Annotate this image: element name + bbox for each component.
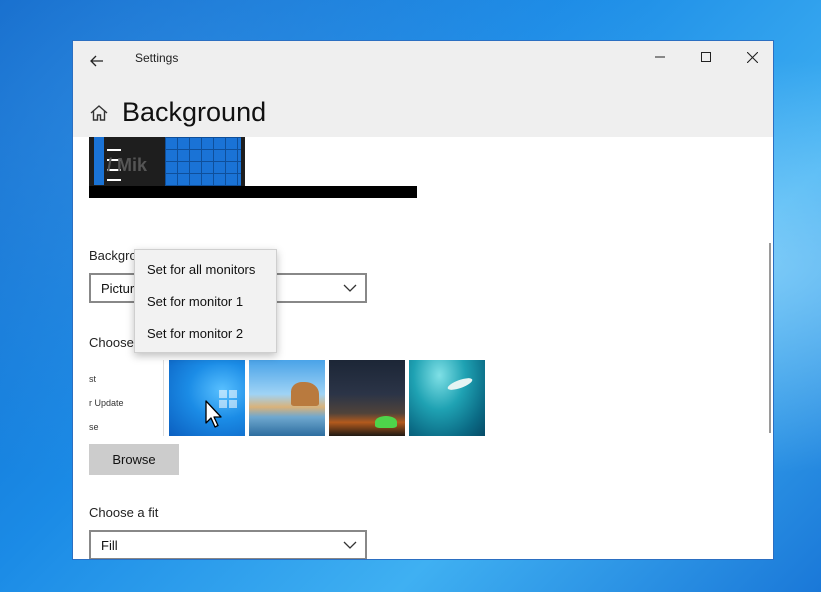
browse-button[interactable]: Browse (89, 444, 179, 475)
fit-dropdown-value: Fill (101, 538, 118, 553)
home-icon[interactable] (89, 103, 109, 123)
menu-item-set-monitor-1[interactable]: Set for monitor 1 (135, 286, 276, 318)
picture-thumbnail[interactable] (329, 360, 405, 436)
close-icon (746, 51, 758, 63)
scrollbar[interactable] (769, 243, 771, 433)
menu-item-set-all-monitors[interactable]: Set for all monitors (135, 254, 276, 286)
swimmer (446, 375, 474, 393)
fit-dropdown[interactable]: Fill (89, 530, 367, 559)
thumbnail-text: st (89, 374, 97, 384)
preview-line (107, 179, 121, 181)
context-menu: Set for all monitors Set for monitor 1 S… (134, 249, 277, 353)
preview-text: / Mik (107, 155, 148, 175)
preview-start-column (94, 137, 104, 185)
chevron-down-icon (343, 284, 357, 292)
preview-bar (89, 186, 417, 198)
preview-line (107, 149, 121, 151)
thumbnail-text: r Update (89, 398, 124, 408)
choose-fit-label: Choose a fit (89, 505, 159, 520)
back-arrow-icon (90, 55, 103, 67)
desktop-preview: / Mik (89, 137, 245, 187)
background-dropdown-value: Pictur (101, 281, 135, 296)
thumbnail-partial[interactable]: st r Update se (89, 360, 164, 436)
choose-picture-label: Choose (89, 335, 134, 350)
app-title: Settings (135, 51, 179, 65)
page-title: Background (122, 97, 267, 127)
title-bar: Settings Background (73, 41, 773, 137)
background-label: Backgro (89, 248, 137, 263)
close-button[interactable] (729, 41, 773, 73)
menu-item-set-monitor-2[interactable]: Set for monitor 2 (135, 318, 276, 350)
preview-tiles (165, 137, 241, 187)
maximize-icon (701, 52, 711, 62)
minimize-button[interactable] (637, 41, 683, 73)
picture-thumbnail[interactable] (409, 360, 485, 436)
rock-formation (291, 382, 319, 406)
chevron-down-icon (343, 541, 357, 549)
back-button[interactable] (83, 47, 111, 75)
tent-glow (375, 416, 397, 428)
maximize-button[interactable] (683, 41, 729, 73)
thumbnail-text: se (89, 422, 99, 432)
minimize-icon (655, 56, 665, 58)
picture-thumbnail[interactable] (249, 360, 325, 436)
mouse-pointer-icon (205, 400, 222, 428)
